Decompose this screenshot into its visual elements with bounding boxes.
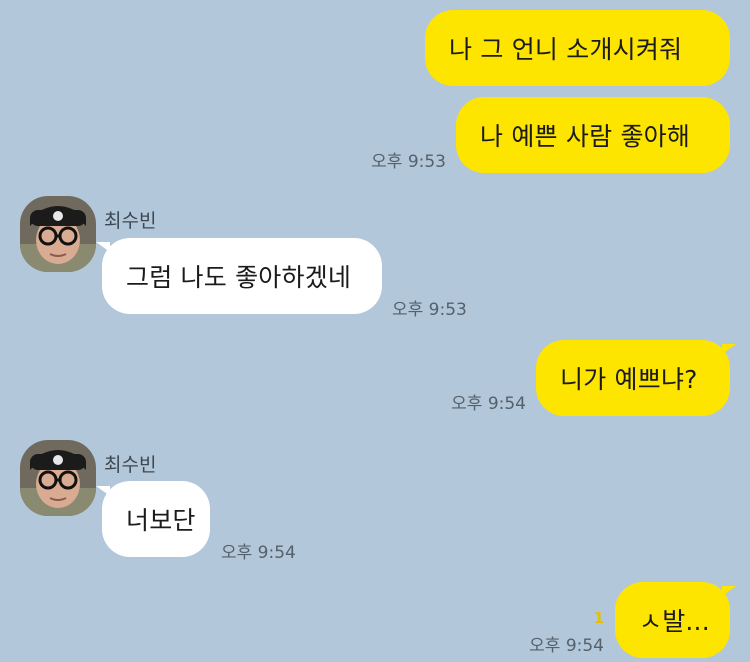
other-message-bubble[interactable]: 너보단	[102, 481, 210, 557]
bubble-tail	[722, 586, 736, 596]
other-message-bubble[interactable]: 그럼 나도 좋아하겠네	[102, 238, 382, 314]
message-text: 나 그 언니 소개시켜줘	[449, 35, 683, 64]
sender-name: 최수빈	[104, 454, 157, 476]
message-text: 그럼 나도 좋아하겠네	[126, 263, 352, 292]
my-message-bubble[interactable]: 니가 예쁘냐?	[536, 340, 730, 416]
message-time: 오후 9:54	[451, 394, 526, 414]
chat-room: 나 그 언니 소개시켜줘 나 예쁜 사람 좋아해 오후 9:53 최수빈 그럼 …	[0, 0, 750, 662]
profile-photo-icon[interactable]	[20, 440, 96, 516]
profile-photo-icon[interactable]	[20, 196, 96, 272]
message-text: 나 예쁜 사람 좋아해	[480, 122, 691, 151]
bubble-tail	[722, 344, 736, 354]
message-time: 오후 9:53	[392, 300, 467, 320]
message-time: 오후 9:54	[221, 543, 296, 563]
unread-count: 1	[593, 609, 604, 627]
message-text: 니가 예쁘냐?	[560, 365, 698, 394]
my-message-bubble[interactable]: 나 예쁜 사람 좋아해	[456, 97, 730, 173]
message-time: 오후 9:54	[529, 636, 604, 656]
my-message-bubble[interactable]: 나 그 언니 소개시켜줘	[425, 10, 730, 86]
message-text: ㅅ발...	[639, 607, 710, 636]
message-text: 너보단	[126, 506, 196, 535]
sender-name: 최수빈	[104, 210, 157, 232]
message-time: 오후 9:53	[371, 152, 446, 172]
my-message-bubble[interactable]: ㅅ발...	[615, 582, 730, 658]
